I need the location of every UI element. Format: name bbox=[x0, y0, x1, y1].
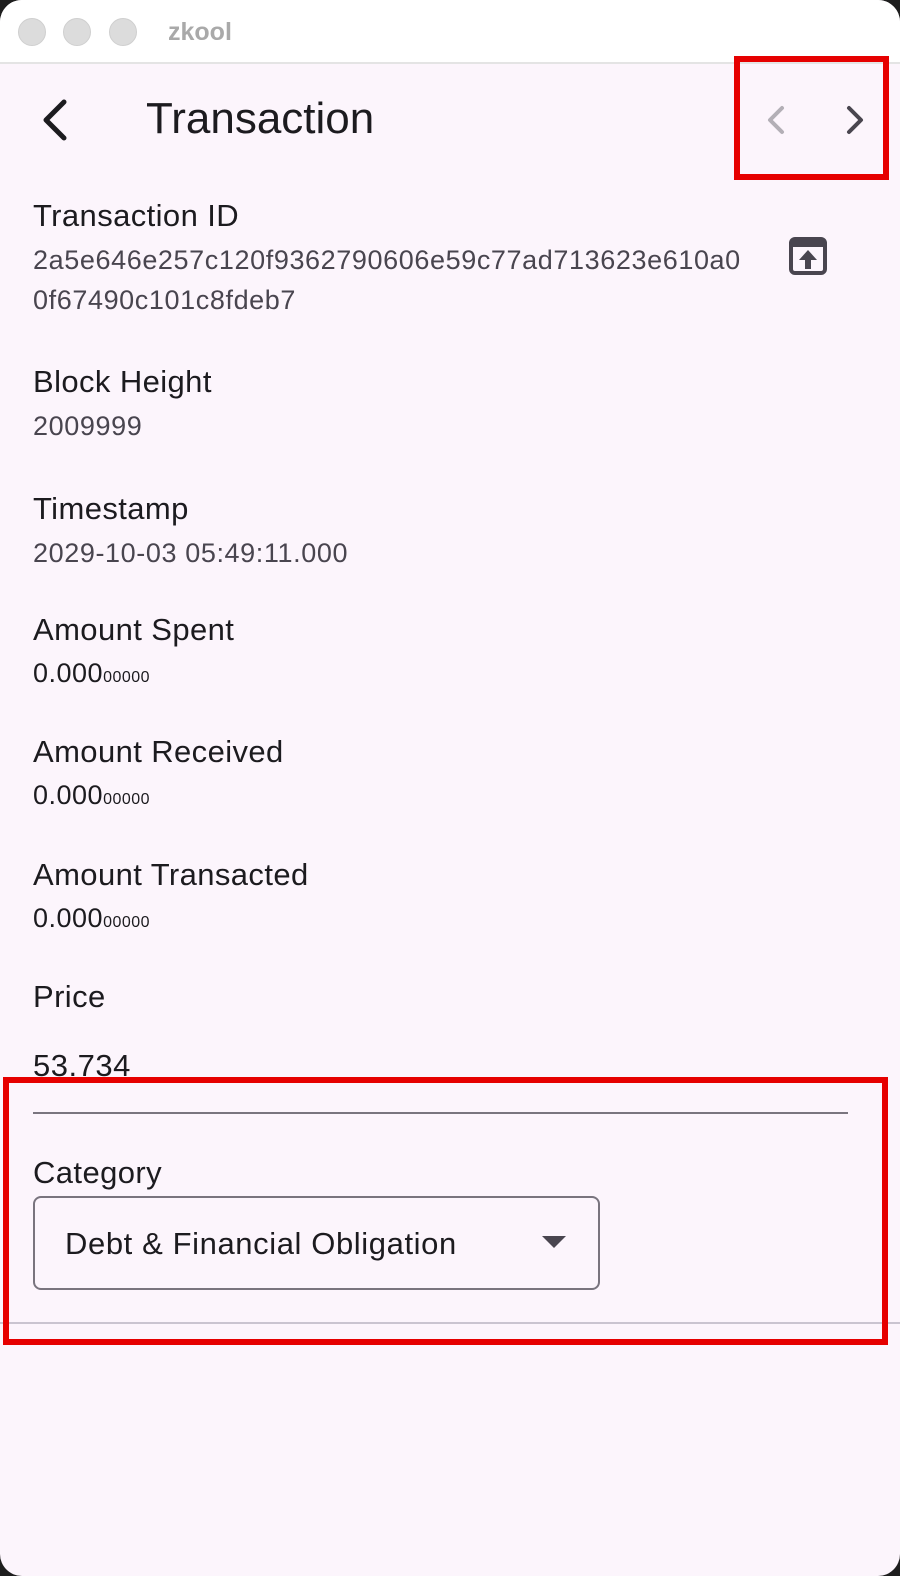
price-value: 53.734 bbox=[33, 1048, 131, 1080]
title-bar: zkool bbox=[0, 0, 900, 64]
category-label: Category bbox=[33, 1155, 162, 1190]
divider bbox=[33, 1112, 848, 1114]
dropdown-arrow-icon bbox=[542, 1236, 566, 1248]
window-title: zkool bbox=[168, 18, 232, 46]
back-button[interactable] bbox=[32, 94, 80, 146]
amount-spent-value: 0.00000000 bbox=[33, 658, 234, 689]
category-field: Category bbox=[33, 1155, 162, 1191]
zoom-window-button[interactable] bbox=[109, 18, 137, 46]
app-window: zkool Transaction Transaction ID 2a5e646… bbox=[0, 0, 900, 1576]
chevron-left-icon bbox=[768, 106, 784, 134]
previous-transaction-button[interactable] bbox=[752, 94, 800, 146]
minimize-window-button[interactable] bbox=[63, 18, 91, 46]
amount-transacted-label: Amount Transacted bbox=[33, 857, 309, 892]
arrow-back-icon bbox=[43, 99, 67, 141]
transaction-id-field: Transaction ID 2a5e646e257c120f936279060… bbox=[33, 198, 743, 320]
page-title: Transaction bbox=[146, 94, 375, 143]
category-dropdown[interactable]: Debt & Financial Obligation bbox=[33, 1196, 600, 1290]
amount-spent-field: Amount Spent 0.00000000 bbox=[33, 612, 234, 689]
amount-received-label: Amount Received bbox=[33, 734, 284, 769]
amount-spent-small: 00000 bbox=[103, 669, 151, 686]
price-value-clip: 53.734 bbox=[33, 1048, 131, 1080]
amount-transacted-field: Amount Transacted 0.00000000 bbox=[33, 857, 309, 934]
transaction-id-label: Transaction ID bbox=[33, 198, 240, 233]
category-selected-value: Debt & Financial Obligation bbox=[65, 1226, 457, 1261]
amount-spent-main: 0.000 bbox=[33, 658, 104, 688]
amount-spent-label: Amount Spent bbox=[33, 612, 235, 647]
amount-received-small: 00000 bbox=[103, 791, 151, 808]
open-in-explorer-button[interactable] bbox=[788, 236, 828, 276]
amount-received-value: 0.00000000 bbox=[33, 780, 284, 811]
block-height-value: 2009999 bbox=[33, 411, 143, 441]
close-window-button[interactable] bbox=[18, 18, 46, 46]
amount-received-field: Amount Received 0.00000000 bbox=[33, 734, 284, 811]
amount-transacted-small: 00000 bbox=[103, 914, 151, 931]
open-in-browser-icon bbox=[789, 237, 827, 275]
next-transaction-button[interactable] bbox=[831, 94, 879, 146]
timestamp-value: 2029-10-03 05:49:11.000 bbox=[33, 538, 349, 568]
block-height-field: Block Height 2009999 bbox=[33, 364, 212, 446]
amount-transacted-value: 0.00000000 bbox=[33, 903, 309, 934]
amount-received-main: 0.000 bbox=[33, 780, 104, 810]
chevron-right-icon bbox=[847, 106, 863, 134]
amount-transacted-main: 0.000 bbox=[33, 903, 104, 933]
timestamp-field: Timestamp 2029-10-03 05:49:11.000 bbox=[33, 491, 348, 573]
price-field: Price bbox=[33, 979, 106, 1015]
block-height-label: Block Height bbox=[33, 364, 212, 399]
timestamp-label: Timestamp bbox=[33, 491, 189, 526]
bottom-divider bbox=[0, 1322, 900, 1324]
transaction-id-value: 2a5e646e257c120f9362790606e59c77ad713623… bbox=[33, 245, 741, 315]
price-label: Price bbox=[33, 979, 106, 1014]
